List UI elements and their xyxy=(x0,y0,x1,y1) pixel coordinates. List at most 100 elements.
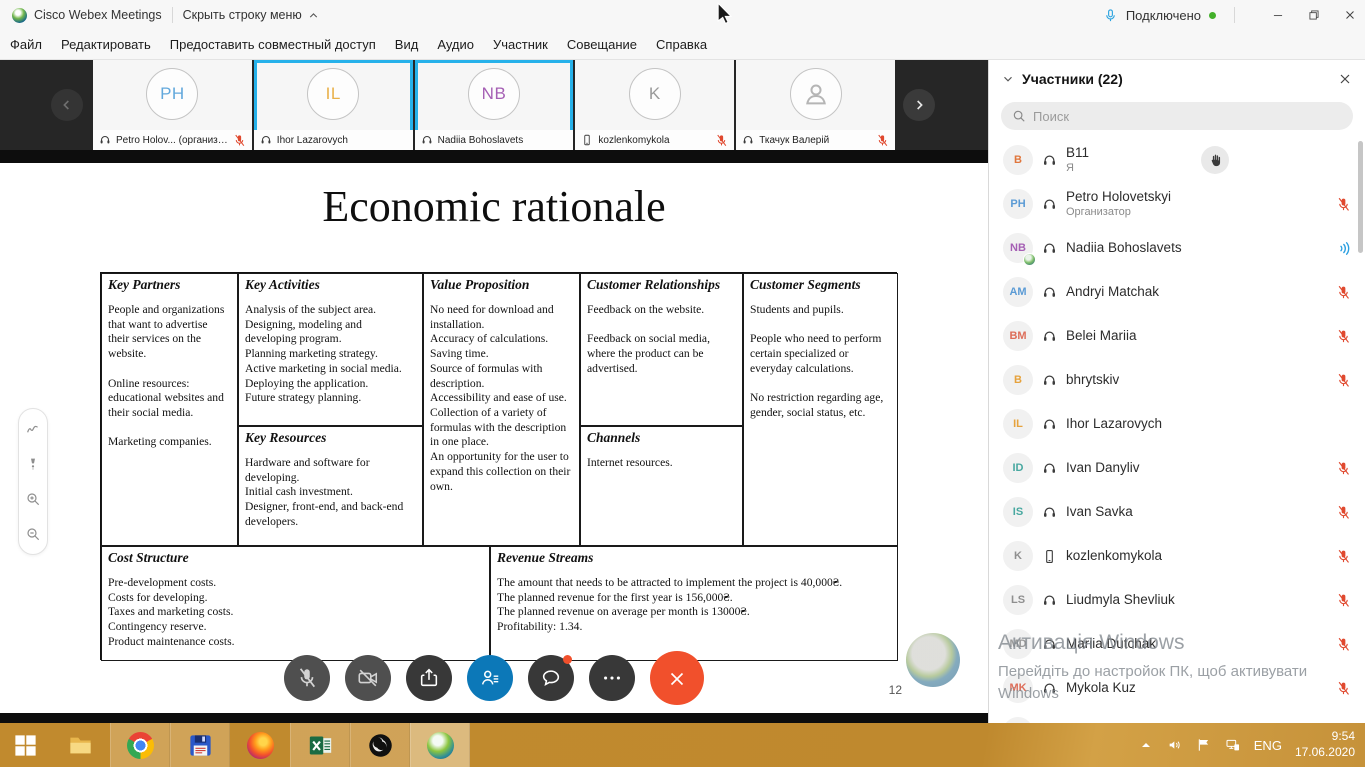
thumbnail-name-bar: kozlenkomykola xyxy=(575,130,734,150)
taskbar-app-file-explorer[interactable] xyxy=(50,723,110,767)
taskbar-app-save-app[interactable] xyxy=(170,723,230,767)
video-thumbnail-4[interactable]: Kkozlenkomykola xyxy=(575,60,734,150)
participant-name: Ткачук Валерій xyxy=(759,135,871,146)
participants-panel-title: Участники (22) xyxy=(1022,71,1123,87)
headset-icon xyxy=(421,134,433,146)
search-icon xyxy=(1012,109,1026,123)
taskbar-app-webex[interactable] xyxy=(410,723,470,767)
participant-name: Petro Holovetskyi xyxy=(1066,189,1171,205)
participant-row-13[interactable]: MKMykola Kuz xyxy=(989,666,1365,710)
taskbar-app-chrome[interactable] xyxy=(110,723,170,767)
language-indicator[interactable]: ENG xyxy=(1254,738,1282,753)
muted-mic-icon xyxy=(876,134,889,147)
end-meeting-button[interactable] xyxy=(650,651,704,705)
zoom-out-icon[interactable] xyxy=(25,526,41,542)
connection-status: Подключено xyxy=(1126,8,1201,23)
avatar: AM xyxy=(1003,277,1033,307)
canvas-cell-customer-relationships: Customer RelationshipsFeedback on the we… xyxy=(580,273,743,426)
participant-role: Я xyxy=(1066,162,1089,175)
participants-panel: Участники (22) Поиск BB11ЯPHPetro Holove… xyxy=(988,60,1365,723)
menu-item-6[interactable]: Участник xyxy=(493,37,548,52)
close-button[interactable] xyxy=(1343,8,1357,22)
scroll-left-button[interactable] xyxy=(51,89,83,121)
windows-taskbar: ENG 9:54 17.06.2020 xyxy=(0,723,1365,767)
connected-dot-icon xyxy=(1209,12,1216,19)
participant-row-12[interactable]: MDMariia Dutchak xyxy=(989,622,1365,666)
muted-mic-icon xyxy=(1336,461,1351,476)
pointer-tool-icon[interactable] xyxy=(25,456,41,472)
video-thumbnail-2[interactable]: ILIhor Lazarovych xyxy=(254,60,413,150)
mouse-cursor xyxy=(716,2,733,26)
cell-title: Customer Segments xyxy=(750,277,891,293)
menu-item-2[interactable]: Редактировать xyxy=(61,37,151,52)
video-thumbnail-5[interactable]: Ткачук Валерій xyxy=(736,60,895,150)
avatar: B xyxy=(1003,145,1033,175)
headset-icon xyxy=(1042,461,1057,476)
volume-icon[interactable] xyxy=(1167,737,1183,753)
chat-button[interactable] xyxy=(528,655,574,701)
mute-microphone-button[interactable] xyxy=(284,655,330,701)
cell-title: Cost Structure xyxy=(108,550,483,566)
hidden-icons-chevron-icon[interactable] xyxy=(1138,737,1154,753)
headset-icon xyxy=(1042,373,1057,388)
taskbar-clock[interactable]: 9:54 17.06.2020 xyxy=(1295,729,1355,760)
cell-title: Revenue Streams xyxy=(497,550,891,566)
action-center-flag-icon[interactable] xyxy=(1196,737,1212,753)
taskbar-app-firefox[interactable] xyxy=(230,723,290,767)
zoom-in-icon[interactable] xyxy=(25,491,41,507)
participant-row-2[interactable]: PHPetro HolovetskyiОрганизатор xyxy=(989,182,1365,226)
restore-button[interactable] xyxy=(1307,8,1321,22)
participant-row-5[interactable]: BMBelei Mariia xyxy=(989,314,1365,358)
menu-item-1[interactable]: Файл xyxy=(10,37,42,52)
mic-muted-icon xyxy=(296,667,318,689)
menu-item-3[interactable]: Предоставить совместный доступ xyxy=(170,37,376,52)
canvas-cell-channels: Channels Internet resources. xyxy=(580,426,743,546)
camera-off-button[interactable] xyxy=(345,655,391,701)
cell-body: No need for download and installation. A… xyxy=(430,303,573,494)
participant-row-7[interactable]: ILIhor Lazarovych xyxy=(989,402,1365,446)
participant-name: Liudmyla Shevliuk xyxy=(1066,592,1175,608)
start-icon xyxy=(12,732,39,759)
cell-title: Channels xyxy=(587,430,736,446)
participant-row-9[interactable]: ISIvan Savka xyxy=(989,490,1365,534)
scroll-right-button[interactable] xyxy=(903,89,935,121)
cell-body: Internet resources. xyxy=(587,456,736,471)
thumbnail-name-bar: Nadiia Bohoslavets xyxy=(415,130,574,150)
participant-row-11[interactable]: LSLiudmyla Shevliuk xyxy=(989,578,1365,622)
participants-button[interactable] xyxy=(467,655,513,701)
menu-item-7[interactable]: Совещание xyxy=(567,37,637,52)
muted-mic-icon xyxy=(1336,637,1351,652)
participant-search-input[interactable]: Поиск xyxy=(1001,102,1353,130)
taskbar-app-obs[interactable] xyxy=(350,723,410,767)
video-thumbnail-1[interactable]: PHPetro Holov... (организатор) xyxy=(93,60,252,150)
menu-item-4[interactable]: Вид xyxy=(395,37,419,52)
canvas-cell-key-activities: Key ActivitiesAnalysis of the subject ar… xyxy=(238,273,423,426)
hide-menu-button[interactable]: Скрыть строку меню xyxy=(183,8,302,22)
video-thumbnail-3[interactable]: NBNadiia Bohoslavets xyxy=(415,60,574,150)
canvas-cell-key-partners: Key PartnersPeople and organizations tha… xyxy=(101,273,238,546)
close-panel-icon[interactable] xyxy=(1337,71,1353,87)
menu-item-5[interactable]: Аудио xyxy=(437,37,474,52)
more-options-button[interactable] xyxy=(589,655,635,701)
muted-mic-icon xyxy=(1336,285,1351,300)
taskbar-app-excel[interactable] xyxy=(290,723,350,767)
raised-hand-icon[interactable] xyxy=(1201,146,1229,174)
cell-title: Customer Relationships xyxy=(587,277,736,293)
participant-row-1[interactable]: BB11Я xyxy=(989,138,1365,182)
share-content-button[interactable] xyxy=(406,655,452,701)
start-button[interactable] xyxy=(0,723,50,767)
participant-row-3[interactable]: NBNadiia Bohoslavets xyxy=(989,226,1365,270)
participant-row-6[interactable]: Bbhrytskiv xyxy=(989,358,1365,402)
network-icon[interactable] xyxy=(1225,737,1241,753)
chevron-down-icon[interactable] xyxy=(1001,72,1015,86)
webex-icon xyxy=(427,732,454,759)
annotate-pen-icon[interactable] xyxy=(25,421,41,437)
participant-row-10[interactable]: Kkozlenkomykola xyxy=(989,534,1365,578)
menu-item-8[interactable]: Справка xyxy=(656,37,707,52)
participant-row-8[interactable]: IDIvan Danyliv xyxy=(989,446,1365,490)
minimize-button[interactable] xyxy=(1271,8,1285,22)
canvas-cell-cost-structure: Cost StructurePre-development costs. Cos… xyxy=(101,546,490,661)
participant-row-4[interactable]: AMAndryi Matchak xyxy=(989,270,1365,314)
avatar: MK xyxy=(1003,673,1033,703)
participant-name: Mariia Dutchak xyxy=(1066,636,1156,652)
